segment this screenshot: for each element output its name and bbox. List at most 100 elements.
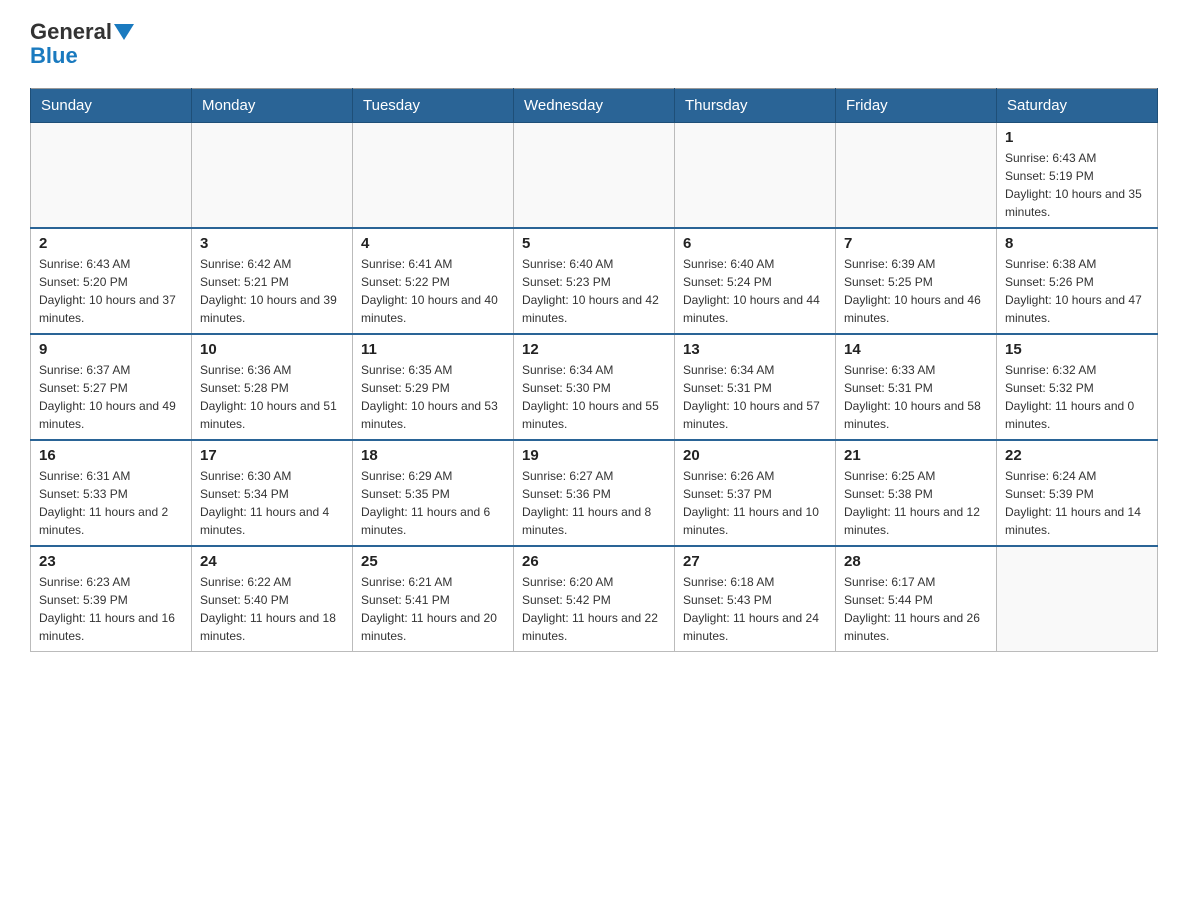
day-number: 8 xyxy=(1005,235,1149,252)
calendar-cell: 25Sunrise: 6:21 AMSunset: 5:41 PMDayligh… xyxy=(353,546,514,652)
calendar-cell: 28 Sunrise: 6:17 AMSunset: 5:44 PMDayligh… xyxy=(836,546,997,652)
day-number: 23 xyxy=(39,553,183,570)
calendar-cell: 3 Sunrise: 6:42 AMSunset: 5:21 PMDaylight… xyxy=(192,228,353,334)
day-info: Sunrise: 6:33 AMSunset: 5:31 PMDaylight:… xyxy=(844,361,988,433)
calendar-cell: 5 Sunrise: 6:40 AMSunset: 5:23 PMDaylight… xyxy=(514,228,675,334)
day-number: 24 xyxy=(200,553,344,570)
day-info: Sunrise: 6:30 AMSunset: 5:34 PMDaylight:… xyxy=(200,467,344,539)
day-number: 3 xyxy=(200,235,344,252)
day-info: Sunrise: 6:24 AMSunset: 5:39 PMDaylight:… xyxy=(1005,467,1149,539)
day-number: 21 xyxy=(844,447,988,464)
day-info: Sunrise: 6:27 AMSunset: 5:36 PMDaylight:… xyxy=(522,467,666,539)
day-info: Sunrise: 6:35 AMSunset: 5:29 PMDaylight:… xyxy=(361,361,505,433)
calendar-cell xyxy=(31,123,192,229)
day-number: 25 xyxy=(361,553,505,570)
day-number: 28 xyxy=(844,553,988,570)
day-number: 16 xyxy=(39,447,183,464)
calendar-cell: 16 Sunrise: 6:31 AMSunset: 5:33 PMDayligh… xyxy=(31,440,192,546)
logo-icon xyxy=(114,24,134,40)
day-number: 2 xyxy=(39,235,183,252)
calendar-cell: 21 Sunrise: 6:25 AMSunset: 5:38 PMDayligh… xyxy=(836,440,997,546)
column-header-saturday: Saturday xyxy=(997,89,1158,123)
logo-line2: Blue xyxy=(30,44,134,68)
day-number: 10 xyxy=(200,341,344,358)
calendar-cell: 20 Sunrise: 6:26 AMSunset: 5:37 PMDayligh… xyxy=(675,440,836,546)
day-number: 26 xyxy=(522,553,666,570)
day-info: Sunrise: 6:25 AMSunset: 5:38 PMDaylight:… xyxy=(844,467,988,539)
column-header-thursday: Thursday xyxy=(675,89,836,123)
day-info: Sunrise: 6:29 AMSunset: 5:35 PMDaylight:… xyxy=(361,467,505,539)
calendar-cell: 8 Sunrise: 6:38 AMSunset: 5:26 PMDaylight… xyxy=(997,228,1158,334)
day-info: Sunrise: 6:43 AMSunset: 5:20 PMDaylight:… xyxy=(39,255,183,327)
calendar-cell xyxy=(192,123,353,229)
day-info: Sunrise: 6:37 AMSunset: 5:27 PMDaylight:… xyxy=(39,361,183,433)
day-number: 19 xyxy=(522,447,666,464)
day-number: 13 xyxy=(683,341,827,358)
day-info: Sunrise: 6:26 AMSunset: 5:37 PMDaylight:… xyxy=(683,467,827,539)
calendar-week-4: 16 Sunrise: 6:31 AMSunset: 5:33 PMDayligh… xyxy=(31,440,1158,546)
day-number: 14 xyxy=(844,341,988,358)
day-info: Sunrise: 6:17 AMSunset: 5:44 PMDaylight:… xyxy=(844,573,988,645)
column-header-tuesday: Tuesday xyxy=(353,89,514,123)
day-info: Sunrise: 6:38 AMSunset: 5:26 PMDaylight:… xyxy=(1005,255,1149,327)
calendar-cell xyxy=(353,123,514,229)
calendar-week-5: 23 Sunrise: 6:23 AMSunset: 5:39 PMDayligh… xyxy=(31,546,1158,652)
calendar-cell: 26 Sunrise: 6:20 AMSunset: 5:42 PMDayligh… xyxy=(514,546,675,652)
day-number: 22 xyxy=(1005,447,1149,464)
day-info: Sunrise: 6:36 AMSunset: 5:28 PMDaylight:… xyxy=(200,361,344,433)
day-info: Sunrise: 6:32 AMSunset: 5:32 PMDaylight:… xyxy=(1005,361,1149,433)
day-number: 17 xyxy=(200,447,344,464)
calendar-week-1: 1Sunrise: 6:43 AMSunset: 5:19 PMDaylight… xyxy=(31,123,1158,229)
day-info: Sunrise: 6:22 AMSunset: 5:40 PMDaylight:… xyxy=(200,573,344,645)
calendar-cell: 14 Sunrise: 6:33 AMSunset: 5:31 PMDayligh… xyxy=(836,334,997,440)
calendar-cell: 4 Sunrise: 6:41 AMSunset: 5:22 PMDaylight… xyxy=(353,228,514,334)
calendar-cell: 22 Sunrise: 6:24 AMSunset: 5:39 PMDayligh… xyxy=(997,440,1158,546)
calendar-week-3: 9Sunrise: 6:37 AMSunset: 5:27 PMDaylight… xyxy=(31,334,1158,440)
day-number: 15 xyxy=(1005,341,1149,358)
column-header-monday: Monday xyxy=(192,89,353,123)
day-info: Sunrise: 6:20 AMSunset: 5:42 PMDaylight:… xyxy=(522,573,666,645)
page-header: General Blue xyxy=(30,20,1158,68)
column-header-friday: Friday xyxy=(836,89,997,123)
day-info: Sunrise: 6:40 AMSunset: 5:24 PMDaylight:… xyxy=(683,255,827,327)
calendar-cell: 1Sunrise: 6:43 AMSunset: 5:19 PMDaylight… xyxy=(997,123,1158,229)
calendar-week-2: 2 Sunrise: 6:43 AMSunset: 5:20 PMDaylight… xyxy=(31,228,1158,334)
calendar-cell xyxy=(836,123,997,229)
day-info: Sunrise: 6:39 AMSunset: 5:25 PMDaylight:… xyxy=(844,255,988,327)
day-info: Sunrise: 6:34 AMSunset: 5:31 PMDaylight:… xyxy=(683,361,827,433)
day-number: 5 xyxy=(522,235,666,252)
day-info: Sunrise: 6:42 AMSunset: 5:21 PMDaylight:… xyxy=(200,255,344,327)
day-number: 20 xyxy=(683,447,827,464)
column-header-sunday: Sunday xyxy=(31,89,192,123)
day-info: Sunrise: 6:18 AMSunset: 5:43 PMDaylight:… xyxy=(683,573,827,645)
calendar-cell: 27Sunrise: 6:18 AMSunset: 5:43 PMDayligh… xyxy=(675,546,836,652)
calendar-cell: 12 Sunrise: 6:34 AMSunset: 5:30 PMDayligh… xyxy=(514,334,675,440)
day-number: 4 xyxy=(361,235,505,252)
calendar-cell: 13 Sunrise: 6:34 AMSunset: 5:31 PMDayligh… xyxy=(675,334,836,440)
day-number: 6 xyxy=(683,235,827,252)
calendar-cell: 15 Sunrise: 6:32 AMSunset: 5:32 PMDayligh… xyxy=(997,334,1158,440)
day-info: Sunrise: 6:23 AMSunset: 5:39 PMDaylight:… xyxy=(39,573,183,645)
calendar-cell xyxy=(997,546,1158,652)
day-number: 18 xyxy=(361,447,505,464)
calendar-cell: 24 Sunrise: 6:22 AMSunset: 5:40 PMDayligh… xyxy=(192,546,353,652)
day-number: 12 xyxy=(522,341,666,358)
day-number: 1 xyxy=(1005,129,1149,146)
calendar-table: SundayMondayTuesdayWednesdayThursdayFrid… xyxy=(30,88,1158,652)
calendar-cell: 6 Sunrise: 6:40 AMSunset: 5:24 PMDaylight… xyxy=(675,228,836,334)
calendar-cell: 19 Sunrise: 6:27 AMSunset: 5:36 PMDayligh… xyxy=(514,440,675,546)
calendar-cell: 23 Sunrise: 6:23 AMSunset: 5:39 PMDayligh… xyxy=(31,546,192,652)
calendar-cell: 17 Sunrise: 6:30 AMSunset: 5:34 PMDayligh… xyxy=(192,440,353,546)
day-info: Sunrise: 6:34 AMSunset: 5:30 PMDaylight:… xyxy=(522,361,666,433)
day-info: Sunrise: 6:40 AMSunset: 5:23 PMDaylight:… xyxy=(522,255,666,327)
calendar-header-row: SundayMondayTuesdayWednesdayThursdayFrid… xyxy=(31,89,1158,123)
logo-line1: General xyxy=(30,20,134,44)
calendar-cell: 9Sunrise: 6:37 AMSunset: 5:27 PMDaylight… xyxy=(31,334,192,440)
day-info: Sunrise: 6:41 AMSunset: 5:22 PMDaylight:… xyxy=(361,255,505,327)
calendar-cell xyxy=(514,123,675,229)
day-number: 7 xyxy=(844,235,988,252)
calendar-cell xyxy=(675,123,836,229)
calendar-cell: 2 Sunrise: 6:43 AMSunset: 5:20 PMDaylight… xyxy=(31,228,192,334)
column-header-wednesday: Wednesday xyxy=(514,89,675,123)
day-info: Sunrise: 6:31 AMSunset: 5:33 PMDaylight:… xyxy=(39,467,183,539)
